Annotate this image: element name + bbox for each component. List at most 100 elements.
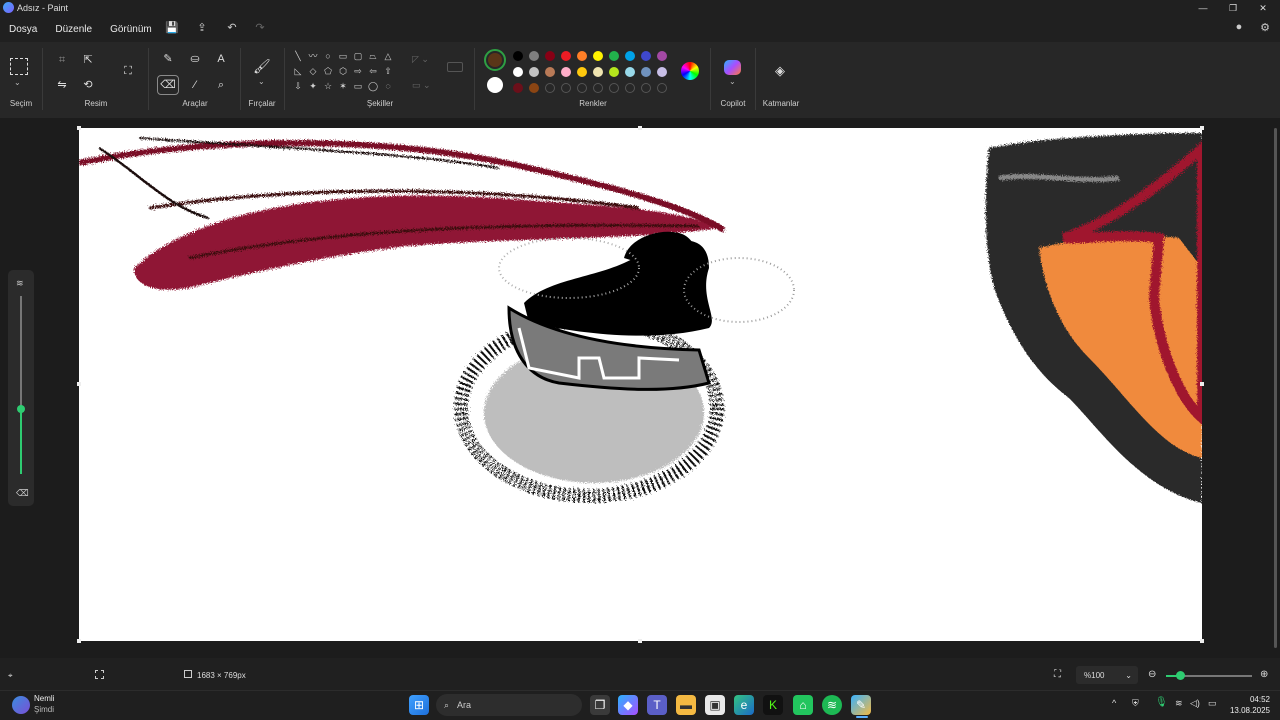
shape-tool-icon[interactable]: ◇ bbox=[307, 65, 319, 77]
vertical-scrollbar[interactable] bbox=[1274, 128, 1277, 648]
shape-tool-icon[interactable]: ⇨ bbox=[352, 65, 364, 77]
color-swatch[interactable] bbox=[657, 67, 667, 77]
taskbar-search-box[interactable]: ⌕ Ara bbox=[436, 694, 582, 716]
custom-color-slot[interactable] bbox=[577, 83, 587, 93]
select-rectangle-icon[interactable] bbox=[10, 58, 28, 75]
color-swatch[interactable] bbox=[593, 51, 603, 61]
copilot-taskbar-icon[interactable]: ◆ bbox=[618, 695, 638, 715]
wifi-icon[interactable]: ≋ bbox=[1175, 698, 1183, 709]
color-swatch[interactable] bbox=[529, 51, 539, 61]
shape-tool-icon[interactable]: ⇩ bbox=[292, 80, 304, 92]
microphone-icon[interactable]: 🎙 bbox=[1155, 697, 1168, 708]
primary-color-button[interactable] bbox=[484, 49, 506, 71]
color-swatch[interactable] bbox=[545, 51, 555, 61]
color-swatch[interactable] bbox=[513, 83, 523, 93]
shape-tool-icon[interactable]: ⇧ bbox=[382, 65, 394, 77]
shape-size-icon[interactable] bbox=[447, 62, 463, 72]
drawing-canvas[interactable] bbox=[79, 128, 1202, 641]
zoom-out-icon[interactable]: ⊖ bbox=[1148, 669, 1156, 680]
image-select-icon[interactable]: ⛶ bbox=[120, 63, 136, 79]
canvas-resize-handle[interactable] bbox=[77, 382, 81, 386]
color-picker-icon[interactable]: ⁄ bbox=[187, 77, 203, 93]
shape-tool-icon[interactable]: ◺ bbox=[292, 65, 304, 77]
canvas-resize-handle[interactable] bbox=[77, 126, 81, 130]
redo-icon[interactable]: ↷ bbox=[250, 21, 270, 37]
shape-tool-icon[interactable]: ☆ bbox=[322, 80, 334, 92]
fill-icon[interactable]: ▭ ⌄ bbox=[412, 80, 431, 91]
clock-time[interactable]: 04:52 bbox=[1240, 695, 1270, 704]
custom-color-slot[interactable] bbox=[561, 83, 571, 93]
shape-tool-icon[interactable]: ▢ bbox=[352, 50, 364, 62]
canvas-resize-handle[interactable] bbox=[638, 126, 642, 130]
color-swatch[interactable] bbox=[513, 51, 523, 61]
canvas-resize-handle[interactable] bbox=[77, 639, 81, 643]
canvas-resize-handle[interactable] bbox=[1200, 382, 1204, 386]
custom-color-slot[interactable] bbox=[609, 83, 619, 93]
zoom-in-icon[interactable]: ⊕ bbox=[1260, 669, 1268, 680]
file-explorer-icon[interactable]: ▬ bbox=[676, 695, 696, 715]
shape-tool-icon[interactable]: ✦ bbox=[307, 80, 319, 92]
shape-tool-icon[interactable]: ◌ bbox=[382, 80, 394, 92]
save-icon[interactable]: 💾 bbox=[162, 21, 182, 37]
profile-avatar[interactable]: ● bbox=[1230, 21, 1248, 37]
color-swatch[interactable] bbox=[545, 67, 555, 77]
volume-icon[interactable]: ◁) bbox=[1190, 698, 1200, 709]
start-windows-icon[interactable]: ⊞ bbox=[409, 695, 429, 715]
layers-icon[interactable]: ◈ bbox=[772, 63, 788, 79]
resize-icon[interactable]: ⇱ bbox=[80, 52, 96, 68]
brush-icon[interactable]: 🖌 bbox=[253, 58, 271, 74]
edit-colors-icon[interactable] bbox=[681, 62, 699, 80]
undo-icon[interactable]: ↶ bbox=[222, 21, 242, 37]
shape-tool-icon[interactable]: ⬡ bbox=[337, 65, 349, 77]
shape-tool-icon[interactable]: ⇦ bbox=[367, 65, 379, 77]
defender-icon[interactable]: ⛨ bbox=[1132, 698, 1139, 709]
color-swatch[interactable] bbox=[593, 67, 603, 77]
custom-color-slot[interactable] bbox=[593, 83, 603, 93]
color-swatch[interactable] bbox=[577, 51, 587, 61]
weather-widget-icon[interactable] bbox=[12, 696, 30, 714]
color-swatch[interactable] bbox=[513, 67, 523, 77]
shape-tool-icon[interactable]: ▭ bbox=[352, 80, 364, 92]
custom-color-slot[interactable] bbox=[641, 83, 651, 93]
brush-chevron-icon[interactable]: ⌄ bbox=[258, 77, 265, 86]
zoom-slider-thumb[interactable] bbox=[1176, 671, 1185, 680]
fill-bucket-icon[interactable]: ⛀ bbox=[187, 51, 203, 67]
shape-tool-icon[interactable]: △ bbox=[382, 50, 394, 62]
minimize-button[interactable]: — bbox=[1188, 0, 1218, 16]
green-app-icon[interactable]: ⌂ bbox=[793, 695, 813, 715]
edge-icon[interactable]: e bbox=[734, 695, 754, 715]
shape-tool-icon[interactable]: ⏢ bbox=[367, 50, 379, 62]
color-swatch[interactable] bbox=[561, 67, 571, 77]
text-icon[interactable]: A bbox=[213, 51, 229, 67]
shape-tool-icon[interactable]: ○ bbox=[322, 50, 334, 62]
teams-icon[interactable]: T bbox=[647, 695, 667, 715]
kick-icon[interactable]: K bbox=[763, 695, 783, 715]
canvas-resize-handle[interactable] bbox=[1200, 126, 1204, 130]
secondary-color-button[interactable] bbox=[487, 77, 503, 93]
custom-color-slot[interactable] bbox=[625, 83, 635, 93]
color-swatch[interactable] bbox=[657, 51, 667, 61]
settings-gear-icon[interactable]: ⚙ bbox=[1255, 21, 1275, 37]
task-view-icon[interactable]: ❐ bbox=[590, 695, 610, 715]
battery-icon[interactable]: ▭ bbox=[1208, 698, 1217, 709]
menu-file[interactable]: Dosya bbox=[0, 24, 45, 35]
store-icon[interactable]: ▣ bbox=[705, 695, 725, 715]
magnifier-icon[interactable]: ⌕ bbox=[213, 77, 229, 93]
crop-icon[interactable]: ⌗ bbox=[54, 52, 70, 68]
color-swatch[interactable] bbox=[625, 67, 635, 77]
eraser-mode-icon[interactable]: ⌫ bbox=[16, 488, 29, 499]
shape-tool-icon[interactable]: ⬠ bbox=[322, 65, 334, 77]
spotify-icon[interactable]: ≋ bbox=[822, 695, 842, 715]
paint-taskbar-icon[interactable]: ✎ bbox=[851, 695, 871, 715]
tray-overflow-icon[interactable]: ^ bbox=[1112, 698, 1116, 708]
custom-color-slot[interactable] bbox=[657, 83, 667, 93]
flip-icon[interactable]: ⇋ bbox=[54, 77, 70, 93]
color-swatch[interactable] bbox=[609, 51, 619, 61]
outline-icon[interactable]: ◸ ⌄ bbox=[412, 54, 429, 65]
color-swatch[interactable] bbox=[609, 67, 619, 77]
eraser-icon[interactable]: ⌫ bbox=[157, 75, 179, 95]
color-swatch[interactable] bbox=[577, 67, 587, 77]
custom-color-slot[interactable] bbox=[545, 83, 555, 93]
rotate-icon[interactable]: ⟲ bbox=[80, 77, 96, 93]
color-swatch[interactable] bbox=[529, 67, 539, 77]
